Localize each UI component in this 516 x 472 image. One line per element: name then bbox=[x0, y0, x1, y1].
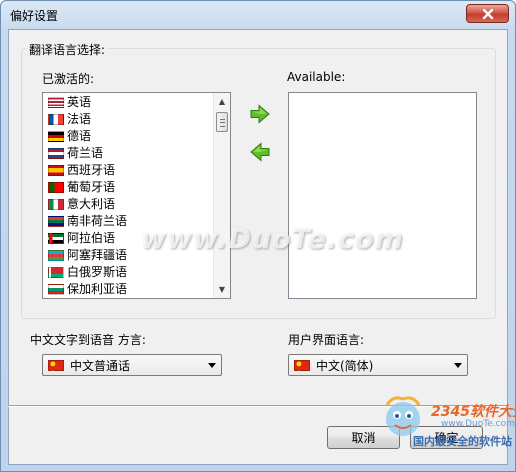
dialect-label: 中文文字到语音 方言: bbox=[30, 333, 146, 347]
list-item[interactable]: 意大利语 bbox=[44, 196, 213, 213]
available-listbox[interactable] bbox=[288, 92, 477, 299]
close-icon bbox=[482, 8, 493, 19]
china-flag-icon bbox=[294, 359, 310, 371]
add-language-button[interactable] bbox=[249, 104, 271, 124]
activated-label: 已激活的: bbox=[42, 72, 95, 86]
flag-icon bbox=[48, 284, 64, 295]
flag-icon bbox=[48, 97, 64, 108]
arrow-left-icon bbox=[250, 142, 270, 162]
list-item[interactable]: 白俄罗斯语 bbox=[44, 264, 213, 281]
scroll-up-icon[interactable]: ▲ bbox=[214, 93, 230, 110]
window-title: 偏好设置 bbox=[10, 9, 59, 23]
flag-icon bbox=[48, 250, 64, 261]
list-item[interactable]: 西班牙语 bbox=[44, 162, 213, 179]
list-item-label: 白俄罗斯语 bbox=[67, 265, 128, 279]
flag-icon bbox=[48, 199, 64, 210]
list-item-label: 德语 bbox=[67, 129, 92, 143]
list-item-label: 意大利语 bbox=[67, 197, 116, 211]
chevron-down-icon bbox=[454, 363, 462, 368]
close-button[interactable] bbox=[466, 4, 509, 23]
flag-icon bbox=[48, 148, 64, 159]
activated-items: 英语法语德语荷兰语西班牙语葡萄牙语意大利语南非荷兰语阿拉伯语阿塞拜疆语白俄罗斯语… bbox=[44, 94, 213, 297]
list-item-label: 英语 bbox=[67, 95, 92, 109]
preferences-window: 偏好设置 翻译语言选择: 已激活的: Available: 英语法语德语荷兰语西… bbox=[0, 0, 516, 472]
list-item-label: 法语 bbox=[67, 112, 92, 126]
chevron-down-icon bbox=[208, 363, 216, 368]
dialect-select[interactable]: 中文普通话 bbox=[42, 354, 222, 376]
list-item-label: 南非荷兰语 bbox=[67, 214, 128, 228]
flag-icon bbox=[48, 267, 64, 278]
group-title: 翻译语言选择: bbox=[27, 41, 109, 58]
scroll-down-icon[interactable]: ▼ bbox=[214, 281, 230, 298]
logo-brand: 2345软件大全 bbox=[431, 404, 516, 420]
flag-icon bbox=[48, 114, 64, 125]
list-item[interactable]: 法语 bbox=[44, 111, 213, 128]
flag-icon bbox=[48, 233, 64, 244]
list-item-label: 阿拉伯语 bbox=[67, 231, 116, 245]
list-item-label: 保加利亚语 bbox=[67, 282, 128, 296]
logo-tagline: 国内最安全的软件站 bbox=[413, 435, 512, 448]
list-item[interactable]: 荷兰语 bbox=[44, 145, 213, 162]
list-item-label: 阿塞拜疆语 bbox=[67, 248, 128, 262]
activated-listbox[interactable]: 英语法语德语荷兰语西班牙语葡萄牙语意大利语南非荷兰语阿拉伯语阿塞拜疆语白俄罗斯语… bbox=[42, 92, 231, 299]
list-item-label: 荷兰语 bbox=[67, 146, 104, 160]
ui-language-value: 中文(简体) bbox=[316, 358, 374, 373]
ui-language-select[interactable]: 中文(简体) bbox=[288, 354, 468, 376]
list-item-label: 西班牙语 bbox=[67, 163, 116, 177]
flag-icon bbox=[48, 182, 64, 193]
title-bar[interactable]: 偏好设置 bbox=[1, 1, 515, 29]
scroll-thumb[interactable] bbox=[216, 112, 228, 132]
available-label: Available: bbox=[287, 70, 346, 84]
watermark-text: www.DuoTe.com bbox=[141, 224, 404, 255]
list-item-label: 葡萄牙语 bbox=[67, 180, 116, 194]
dialect-value: 中文普通话 bbox=[70, 358, 131, 373]
list-item[interactable]: 葡萄牙语 bbox=[44, 179, 213, 196]
list-item[interactable]: 德语 bbox=[44, 128, 213, 145]
arrow-right-icon bbox=[250, 104, 270, 124]
activated-scrollbar[interactable]: ▲ ▼ bbox=[213, 93, 230, 298]
logo-url: www.DuoTe.com bbox=[441, 419, 515, 429]
china-flag-icon bbox=[48, 359, 64, 371]
flag-icon bbox=[48, 131, 64, 142]
flag-icon bbox=[48, 216, 64, 227]
ui-language-label: 用户界面语言: bbox=[288, 333, 365, 347]
remove-language-button[interactable] bbox=[249, 142, 271, 162]
flag-icon bbox=[48, 165, 64, 176]
list-item[interactable]: 保加利亚语 bbox=[44, 281, 213, 297]
list-item[interactable]: 英语 bbox=[44, 94, 213, 111]
